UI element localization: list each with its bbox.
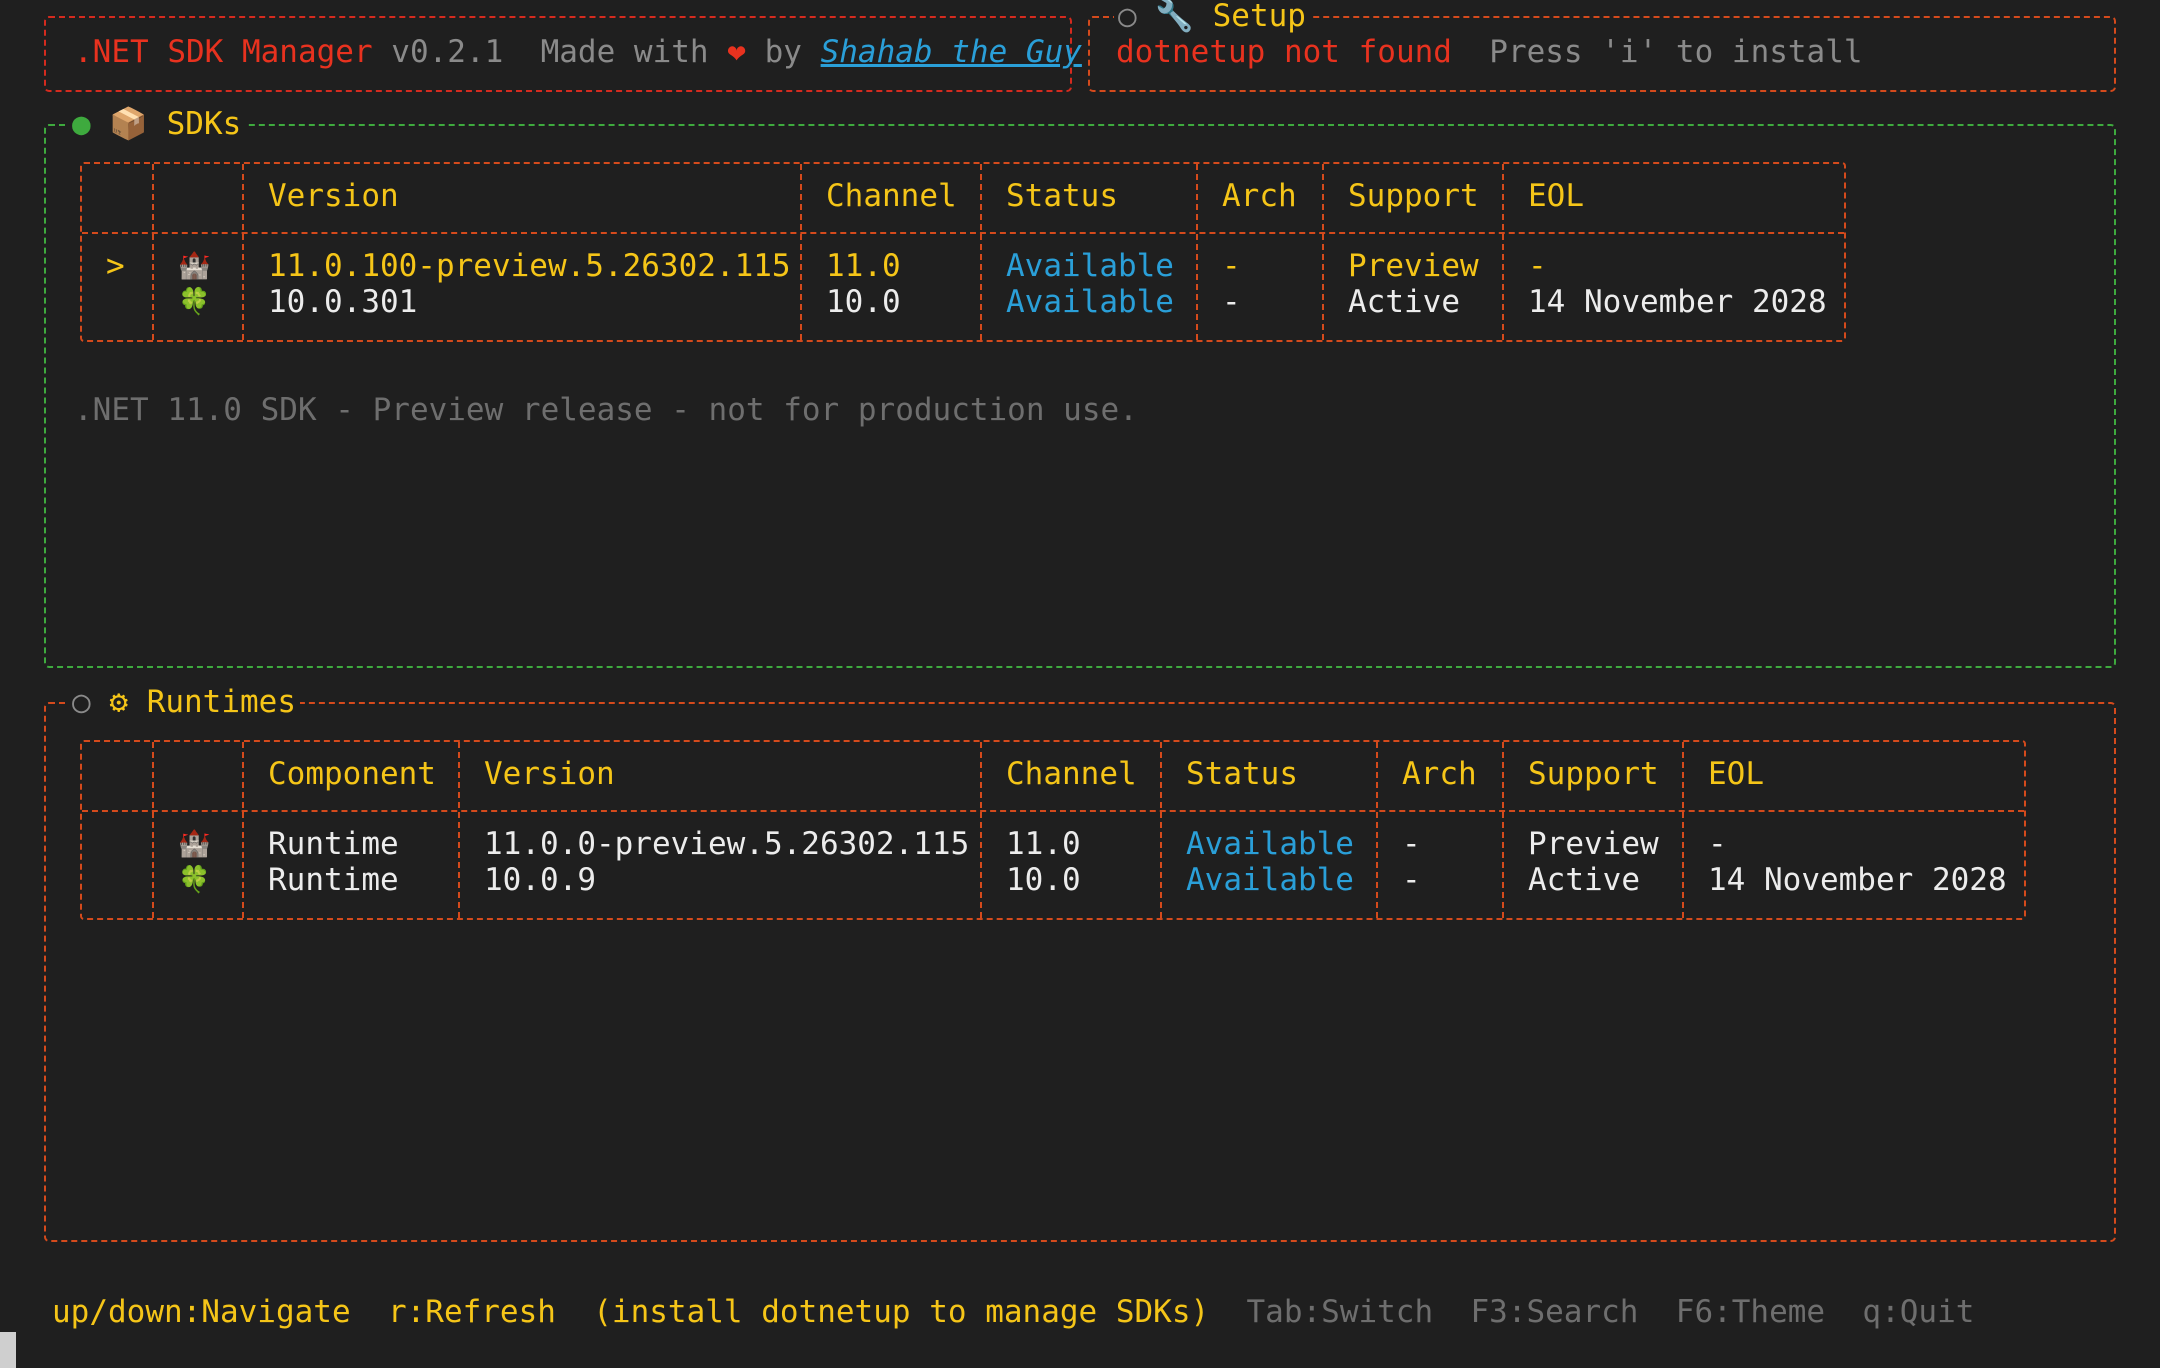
runtime-arch: - <box>1402 862 1421 898</box>
sdk-channel: 11.0 <box>826 248 901 284</box>
sdk-status: Available <box>1006 284 1174 320</box>
inactive-dot-icon: ○ <box>1118 0 1137 34</box>
hint-theme[interactable]: F6:Theme <box>1676 1294 1825 1330</box>
sdks-panel[interactable]: ● 📦 SDKs Version Channel Status Arch Sup… <box>44 104 2116 668</box>
app-version: v0.2.1 <box>391 34 504 70</box>
sdk-version: 11.0.100-preview.5.26302.115 <box>268 248 791 284</box>
terminal-cursor <box>0 1332 16 1368</box>
runtimes-title-bar: ○ ⚙ Runtimes <box>68 682 300 722</box>
package-icon: 📦 <box>109 106 148 142</box>
sdk-eol: - <box>1528 248 1547 284</box>
castle-icon: 🏰 <box>178 829 211 859</box>
col-header-channel: Channel <box>826 178 957 214</box>
sdks-table: Version Channel Status Arch Support EOL … <box>80 162 1846 342</box>
sdk-support: Preview <box>1348 248 1479 284</box>
col-header-support: Support <box>1348 178 1479 214</box>
runtimes-panel[interactable]: ○ ⚙ Runtimes Component Version Channel S… <box>44 682 2116 1242</box>
sdk-status: Available <box>1006 248 1174 284</box>
hint-navigate[interactable]: up/down:Navigate <box>52 1294 351 1330</box>
app-name: .NET SDK Manager <box>74 34 373 70</box>
col-header-channel: Channel <box>1006 756 1137 792</box>
runtime-channel: 10.0 <box>1006 862 1081 898</box>
runtime-status: Available <box>1186 826 1354 862</box>
col-header-status: Status <box>1006 178 1118 214</box>
runtime-row[interactable]: 🏰 Runtime 11.0.0-preview.5.26302.115 11.… <box>82 826 2024 862</box>
sdk-arch: - <box>1222 284 1241 320</box>
hint-refresh[interactable]: r:Refresh <box>388 1294 556 1330</box>
header-line: .NET SDK Manager v0.2.1 Made with ❤ by S… <box>74 34 1082 70</box>
castle-icon: 🏰 <box>178 251 211 281</box>
setup-status: dotnetup not found <box>1116 34 1452 70</box>
runtime-status: Available <box>1186 862 1354 898</box>
runtime-version: 11.0.0-preview.5.26302.115 <box>484 826 970 862</box>
sdk-version: 10.0.301 <box>268 284 418 320</box>
wrench-icon: 🔧 <box>1155 0 1194 34</box>
clover-icon: 🍀 <box>178 287 211 317</box>
col-header-arch: Arch <box>1402 756 1477 792</box>
setup-title: Setup <box>1212 0 1306 34</box>
runtime-arch: - <box>1402 826 1421 862</box>
hint-switch[interactable]: Tab:Switch <box>1247 1294 1434 1330</box>
runtimes-table: Component Version Channel Status Arch Su… <box>80 740 2026 920</box>
runtime-component: Runtime <box>268 862 399 898</box>
sdk-description: .NET 11.0 SDK - Preview release - not fo… <box>74 392 1138 428</box>
setup-hint: Press 'i' to install <box>1489 34 1863 70</box>
hint-search[interactable]: F3:Search <box>1470 1294 1638 1330</box>
col-header-status: Status <box>1186 756 1298 792</box>
col-header-arch: Arch <box>1222 178 1297 214</box>
header-panel: .NET SDK Manager v0.2.1 Made with ❤ by S… <box>44 16 1082 92</box>
sdk-eol: 14 November 2028 <box>1528 284 1827 320</box>
sdk-arch: - <box>1222 248 1241 284</box>
hint-install: (install dotnetup to manage SDKs) <box>593 1294 1210 1330</box>
footer-bar: up/down:Navigate r:Refresh (install dotn… <box>52 1294 1974 1330</box>
active-dot-icon: ● <box>72 106 91 142</box>
runtime-row[interactable]: 🍀 Runtime 10.0.9 10.0 Available - Active… <box>82 862 2024 898</box>
col-header-version: Version <box>268 178 399 214</box>
clover-icon: 🍀 <box>178 865 211 895</box>
col-header-component: Component <box>268 756 436 792</box>
runtime-channel: 11.0 <box>1006 826 1081 862</box>
setup-panel: ○ 🔧 Setup dotnetup not found Press 'i' t… <box>1088 0 2116 92</box>
runtime-eol: 14 November 2028 <box>1708 862 2007 898</box>
by-label: by <box>764 34 802 70</box>
runtime-eol: - <box>1708 826 1727 862</box>
setup-title-bar: ○ 🔧 Setup <box>1114 0 1310 36</box>
hint-quit[interactable]: q:Quit <box>1862 1294 1974 1330</box>
col-header-eol: EOL <box>1708 756 1764 792</box>
sdk-row-selected[interactable]: > 🏰 11.0.100-preview.5.26302.115 11.0 Av… <box>82 248 1844 284</box>
author-link[interactable]: Shahab the Guy <box>821 34 1082 70</box>
sdks-title-bar: ● 📦 SDKs <box>68 104 246 144</box>
sdk-channel: 10.0 <box>826 284 901 320</box>
sdk-support: Active <box>1348 284 1460 320</box>
heart-icon: ❤ <box>727 34 746 70</box>
runtimes-title: Runtimes <box>146 684 296 720</box>
runtime-version: 10.0.9 <box>484 862 596 898</box>
sdks-title: SDKs <box>166 106 242 142</box>
runtime-support: Preview <box>1528 826 1659 862</box>
runtime-support: Active <box>1528 862 1640 898</box>
col-header-version: Version <box>484 756 615 792</box>
gear-icon: ⚙ <box>109 684 129 720</box>
row-selector: > <box>106 248 125 284</box>
sdk-row[interactable]: 🍀 10.0.301 10.0 Available - Active 14 No… <box>82 284 1844 320</box>
runtime-component: Runtime <box>268 826 399 862</box>
made-with-label: Made with <box>540 34 709 70</box>
inactive-dot-icon: ○ <box>72 684 91 720</box>
col-header-eol: EOL <box>1528 178 1584 214</box>
col-header-support: Support <box>1528 756 1659 792</box>
